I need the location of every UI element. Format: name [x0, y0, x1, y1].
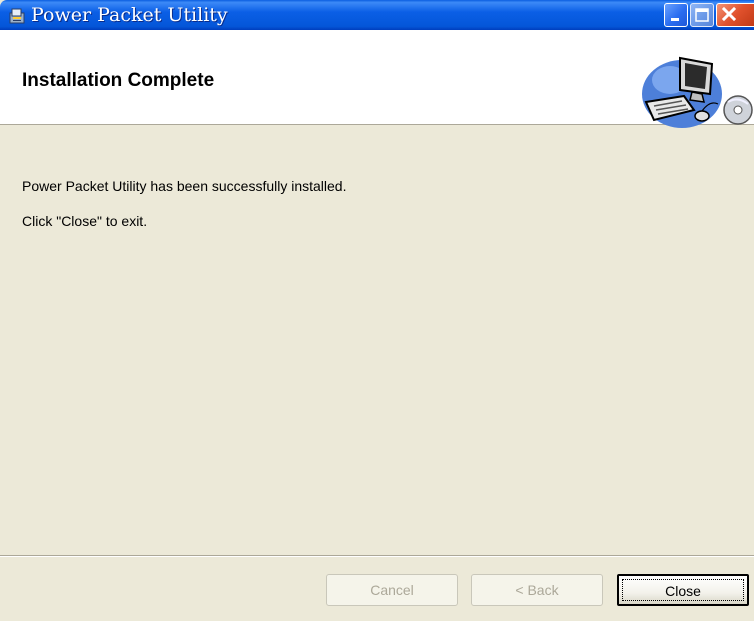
- close-window-button[interactable]: [716, 3, 754, 27]
- cancel-button[interactable]: Cancel: [326, 574, 458, 606]
- back-button[interactable]: < Back: [471, 574, 603, 606]
- close-icon: [721, 6, 737, 22]
- success-message: Power Packet Utility has been successful…: [22, 178, 347, 194]
- minimize-icon: [671, 18, 679, 21]
- title-bar[interactable]: Power Packet Utility: [0, 0, 754, 30]
- computer-illustration-icon: [642, 56, 753, 128]
- exit-instruction: Click "Close" to exit.: [22, 213, 148, 229]
- header-banner: Installation Complete: [0, 30, 754, 128]
- installer-window: Power Packet Utility Installation Comple…: [0, 0, 754, 621]
- minimize-button[interactable]: [664, 3, 688, 27]
- maximize-icon: [695, 8, 709, 22]
- window-title: Power Packet Utility: [31, 4, 228, 26]
- close-button-label: Close: [665, 583, 701, 599]
- page-title: Installation Complete: [22, 70, 215, 91]
- close-button[interactable]: Close: [617, 574, 749, 606]
- back-button-label: < Back: [515, 582, 559, 598]
- installer-icon: [9, 8, 25, 24]
- button-divider: [0, 555, 754, 557]
- maximize-button[interactable]: [690, 3, 714, 27]
